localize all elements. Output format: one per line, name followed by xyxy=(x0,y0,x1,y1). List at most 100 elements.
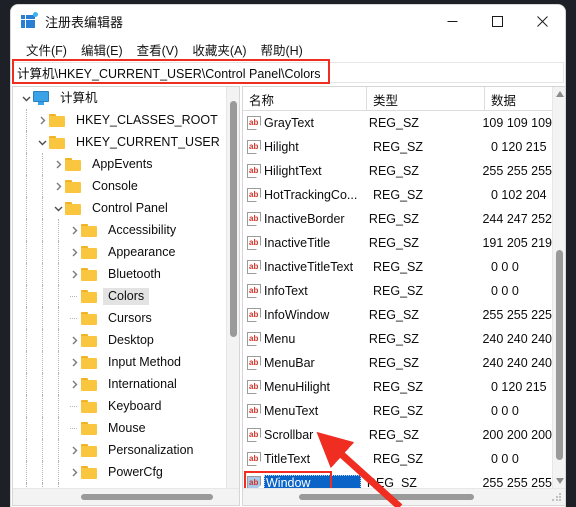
chevron-right-icon[interactable] xyxy=(67,461,81,483)
tree-guide-line xyxy=(42,241,43,263)
list-hscroll-thumb[interactable] xyxy=(299,494,474,500)
menu-item-3[interactable]: 查看(V) xyxy=(130,38,186,61)
string-value-icon: ab xyxy=(247,476,261,488)
tree-item-hkey-classes-root[interactable]: HKEY_CLASSES_ROOT xyxy=(13,109,226,131)
tree-item-powercfg[interactable]: PowerCfg xyxy=(13,461,226,483)
chevron-down-icon[interactable] xyxy=(51,197,65,219)
tree-guide-line xyxy=(58,219,59,241)
tree-item-colors[interactable]: Colors xyxy=(13,285,226,307)
tree-item-hkey-current-user[interactable]: HKEY_CURRENT_USER xyxy=(13,131,226,153)
table-row[interactable]: ab GrayText REG_SZ 109 109 109 xyxy=(243,111,552,135)
chevron-right-icon[interactable] xyxy=(67,373,81,395)
scroll-down-icon[interactable] xyxy=(553,474,565,488)
value-name: InactiveBorder xyxy=(264,212,345,226)
values-list[interactable]: ab GrayText REG_SZ 109 109 109 ab Hilight REG_… xyxy=(243,111,552,488)
chevron-right-icon[interactable] xyxy=(35,109,49,131)
value-type: REG_SZ xyxy=(373,284,424,298)
tree-item-label: Console xyxy=(92,178,138,193)
minimize-button[interactable] xyxy=(430,5,475,37)
value-name: HotTrackingCo... xyxy=(264,188,358,202)
chevron-right-icon[interactable] xyxy=(67,351,81,373)
tree-guide-line xyxy=(58,373,59,395)
folder-icon xyxy=(81,245,98,259)
value-name: InactiveTitle xyxy=(264,236,331,250)
menu-item-4[interactable]: 收藏夹(A) xyxy=(185,38,253,61)
tree-guide-line xyxy=(26,197,27,219)
table-row[interactable]: ab InfoText REG_SZ 0 0 0 xyxy=(243,279,552,303)
table-row[interactable]: ab MenuBar REG_SZ 240 240 240 xyxy=(243,351,552,375)
close-button[interactable] xyxy=(520,5,565,37)
tree-item--[interactable]: 计算机 xyxy=(13,87,226,109)
tree-guide-line xyxy=(26,395,27,417)
folder-icon xyxy=(81,443,98,457)
registry-tree[interactable]: 计算机 HKEY_CLASSES_ROOT HKEY_CURRENT_USER App… xyxy=(13,87,226,488)
tree-leaf-marker xyxy=(67,307,81,329)
maximize-button[interactable] xyxy=(475,5,520,37)
tree-guide-line xyxy=(26,417,27,439)
chevron-right-icon[interactable] xyxy=(67,263,81,285)
column-header-name[interactable]: 名称 xyxy=(243,87,367,111)
value-data: 109 109 109 xyxy=(482,116,552,130)
table-row[interactable]: ab HilightText REG_SZ 255 255 255 xyxy=(243,159,552,183)
resize-grip[interactable] xyxy=(551,491,563,503)
tree-hscroll-thumb[interactable] xyxy=(81,494,213,500)
tree-item-input-method[interactable]: Input Method xyxy=(13,351,226,373)
table-row[interactable]: ab MenuText REG_SZ 0 0 0 xyxy=(243,399,552,423)
tree-guide-line xyxy=(26,109,27,131)
tree-item-desktop[interactable]: Desktop xyxy=(13,329,226,351)
chevron-down-icon[interactable] xyxy=(35,131,49,153)
tree-item-mouse[interactable]: Mouse xyxy=(13,417,226,439)
tree-item-console[interactable]: Console xyxy=(13,175,226,197)
tree-horizontal-scrollbar[interactable] xyxy=(13,488,239,505)
chevron-right-icon[interactable] xyxy=(51,175,65,197)
folder-icon xyxy=(81,377,98,391)
address-bar[interactable]: 计算机\HKEY_CURRENT_USER\Control Panel\Colo… xyxy=(12,62,564,83)
table-row[interactable]: ab InfoWindow REG_SZ 255 255 225 xyxy=(243,303,552,327)
table-row[interactable]: ab MenuHilight REG_SZ 0 120 215 xyxy=(243,375,552,399)
tree-item-bluetooth[interactable]: Bluetooth xyxy=(13,263,226,285)
value-type: REG_SZ xyxy=(373,260,424,274)
chevron-right-icon[interactable] xyxy=(67,329,81,351)
tree-guide-line xyxy=(58,351,59,373)
menu-item-1[interactable]: 文件(F) xyxy=(19,38,74,61)
chevron-down-icon[interactable] xyxy=(19,87,33,109)
tree-vertical-scrollbar[interactable] xyxy=(226,87,239,488)
tree-item-label: Input Method xyxy=(108,354,181,369)
list-vertical-scrollbar[interactable] xyxy=(552,87,565,488)
chevron-right-icon[interactable] xyxy=(67,439,81,461)
string-value-icon: ab xyxy=(247,188,261,202)
chevron-right-icon[interactable] xyxy=(51,153,65,175)
tree-item-personalization[interactable]: Personalization xyxy=(13,439,226,461)
chevron-right-icon[interactable] xyxy=(67,219,81,241)
tree-item-international[interactable]: International xyxy=(13,373,226,395)
list-horizontal-scrollbar[interactable] xyxy=(243,488,565,505)
tree-item-label: Colors xyxy=(103,287,150,305)
tree-item-control-panel[interactable]: Control Panel xyxy=(13,197,226,219)
value-type: REG_SZ xyxy=(368,428,419,442)
table-row[interactable]: ab InactiveTitle REG_SZ 191 205 219 xyxy=(243,231,552,255)
menu-item-5[interactable]: 帮助(H) xyxy=(253,38,309,61)
table-row[interactable]: ab TitleText REG_SZ 0 0 0 xyxy=(243,447,552,471)
table-row[interactable]: ab Hilight REG_SZ 0 120 215 xyxy=(243,135,552,159)
table-row[interactable]: ab HotTrackingCo... REG_SZ 0 102 204 xyxy=(243,183,552,207)
tree-item-accessibility[interactable]: Accessibility xyxy=(13,219,226,241)
tree-scroll-thumb[interactable] xyxy=(230,101,237,337)
tree-item-label: Personalization xyxy=(108,442,194,457)
menu-item-2[interactable]: 编辑(E) xyxy=(74,38,130,61)
tree-item-appevents[interactable]: AppEvents xyxy=(13,153,226,175)
tree-item-appearance[interactable]: Appearance xyxy=(13,241,226,263)
tree-item-cursors[interactable]: Cursors xyxy=(13,307,226,329)
tree-guide-line xyxy=(42,307,43,329)
chevron-right-icon[interactable] xyxy=(67,241,81,263)
list-scroll-thumb[interactable] xyxy=(556,250,563,460)
table-row[interactable]: ab Scrollbar REG_SZ 200 200 200 xyxy=(243,423,552,447)
table-row[interactable]: ab Window REG_SZ 255 255 255 xyxy=(243,471,552,488)
table-row[interactable]: ab InactiveTitleText REG_SZ 0 0 0 xyxy=(243,255,552,279)
column-header-data[interactable]: 数据 xyxy=(485,87,552,111)
table-row[interactable]: ab InactiveBorder REG_SZ 244 247 252 xyxy=(243,207,552,231)
value-name: Scrollbar xyxy=(264,428,314,442)
column-header-type[interactable]: 类型 xyxy=(367,87,485,111)
tree-item-keyboard[interactable]: Keyboard xyxy=(13,395,226,417)
scroll-up-icon[interactable] xyxy=(553,87,565,101)
table-row[interactable]: ab Menu REG_SZ 240 240 240 xyxy=(243,327,552,351)
